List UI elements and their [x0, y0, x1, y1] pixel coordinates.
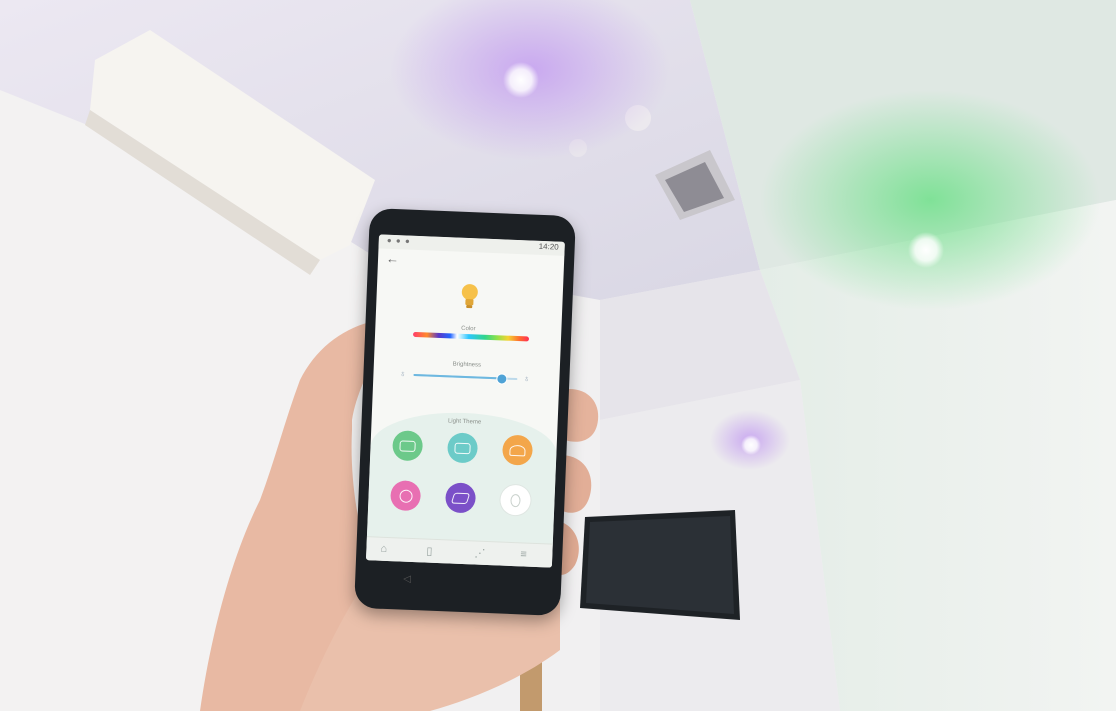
connect-icon[interactable]: ⋰: [474, 546, 486, 559]
theme-button-1[interactable]: [392, 430, 424, 462]
app-screen: ● ● ● 14:20 ← Color Brightness ♁ ♁ Light…: [365, 234, 565, 568]
dim-bulb-icon: ♁: [399, 368, 407, 379]
brightness-fill: [413, 373, 502, 380]
light-theme-label: Light Theme: [447, 418, 482, 426]
back-arrow-icon[interactable]: ←: [386, 251, 400, 267]
system-back-icon[interactable]: ◁: [403, 574, 411, 585]
photo-scene: ● ● ● 14:20 ← Color Brightness ♁ ♁ Light…: [0, 0, 1116, 711]
theme-button-4[interactable]: [390, 480, 422, 512]
smartphone: ● ● ● 14:20 ← Color Brightness ♁ ♁ Light…: [354, 208, 576, 616]
television: [580, 510, 740, 620]
menu-icon[interactable]: ≡: [520, 548, 527, 560]
theme-button-5[interactable]: [444, 482, 477, 514]
bright-bulb-icon: ♁: [523, 373, 531, 384]
brightness-slider[interactable]: ♁ ♁: [399, 368, 533, 385]
bulb-icon: [461, 284, 478, 309]
phone-system-bar: ◁: [354, 560, 562, 616]
status-bar: ● ● ● 14:20: [378, 234, 565, 256]
device-icon[interactable]: ▯: [426, 545, 433, 558]
home-icon[interactable]: ⌂: [380, 543, 387, 555]
brightness-thumb[interactable]: [496, 373, 508, 385]
theme-button-3[interactable]: [501, 434, 534, 466]
notification-icons: ● ● ●: [386, 235, 411, 246]
theme-button-2[interactable]: [446, 432, 479, 464]
status-time: 14:20: [538, 241, 559, 252]
theme-button-6[interactable]: [499, 484, 532, 516]
